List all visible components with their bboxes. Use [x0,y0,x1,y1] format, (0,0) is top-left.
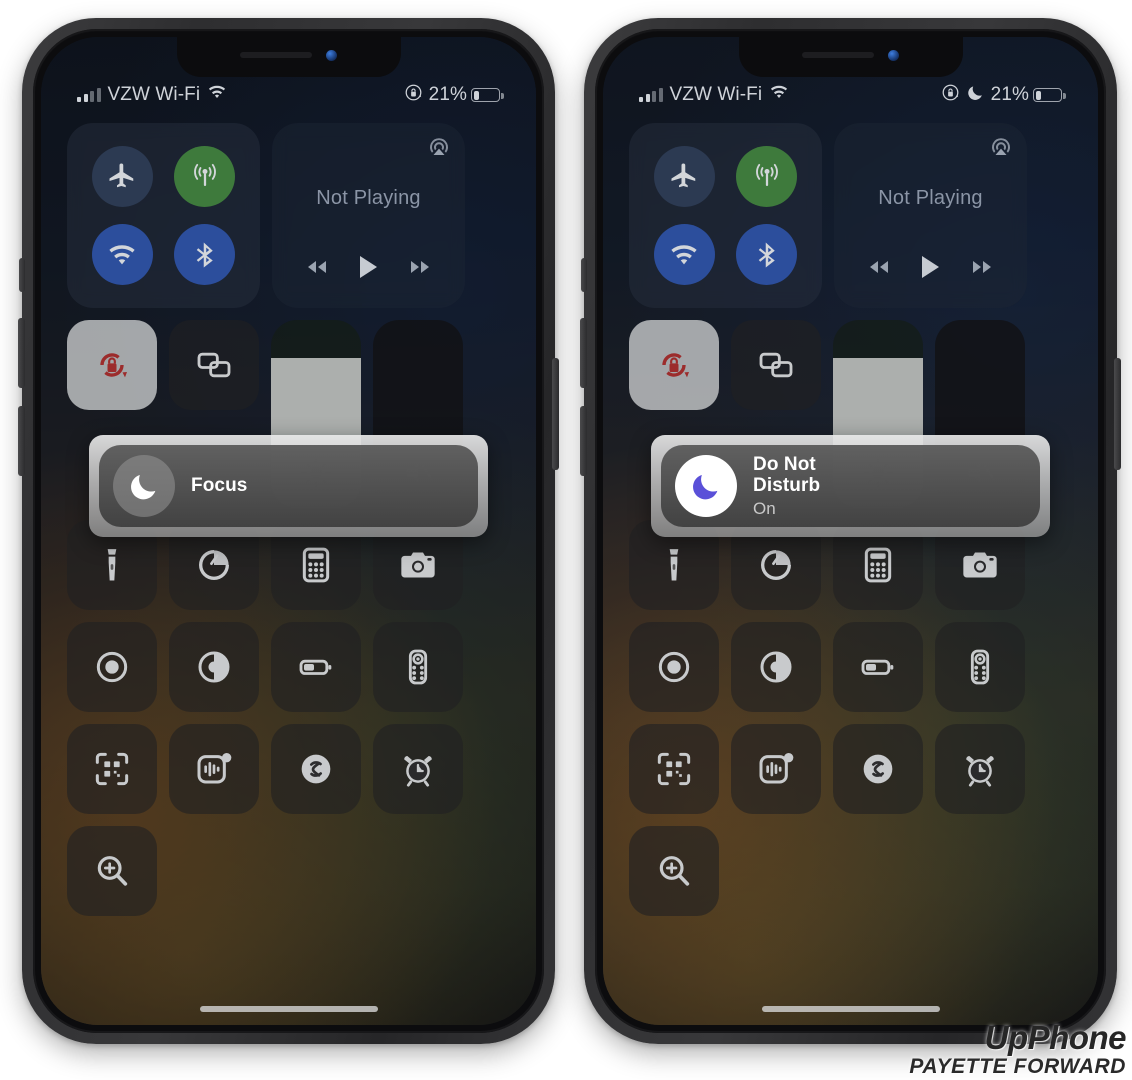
dark-mode-tile[interactable] [169,622,259,712]
focus-pill[interactable]: Focus [99,445,478,527]
wifi-icon [207,84,227,106]
control-center-right: Not Playing [603,123,1098,1025]
screen-record-tile[interactable] [67,622,157,712]
voice-memos-tile[interactable] [169,724,259,814]
now-playing-title: Not Playing [878,187,983,209]
wifi-icon [769,84,789,106]
wifi-toggle[interactable] [653,224,715,286]
focus-title-line1: Do Not [753,454,816,476]
rewind-button[interactable] [864,257,894,282]
screenshot-stage: VZW Wi-Fi 21% Not Playing Focus VZW Wi-F… [0,0,1132,1080]
connectivity-panel[interactable] [629,123,822,308]
power-button[interactable] [1114,358,1121,470]
focus-tile-left[interactable]: Focus [89,435,488,537]
do-not-disturb-moon-icon [966,83,985,108]
volume-up-button[interactable] [18,318,25,388]
front-camera-icon [326,49,337,61]
phone-screen-right: VZW Wi-Fi 21% Not Playing Do Not Disturb… [603,37,1098,1025]
focus-title: Focus [191,475,248,497]
earpiece-speaker-icon [802,52,874,58]
carrier-label: VZW Wi-Fi [107,84,201,105]
media-playback-panel[interactable]: Not Playing [834,123,1027,308]
media-playback-panel[interactable]: Not Playing [272,123,465,308]
mute-switch[interactable] [19,258,25,292]
rotation-lock-icon [404,83,423,108]
phone-bezel: VZW Wi-Fi 21% [33,29,544,1033]
focus-tile-right[interactable]: Do Not Disturb On [651,435,1050,537]
phone-bezel: VZW Wi-Fi 21% [595,29,1106,1033]
notch [738,37,963,77]
bluetooth-toggle[interactable] [174,224,236,286]
rotation-lock-tile[interactable] [629,320,719,410]
wifi-toggle[interactable] [91,224,153,286]
power-button[interactable] [552,358,559,470]
watermark: UpPhone PAYETTE FORWARD [909,1021,1126,1078]
status-bar-left: VZW Wi-Fi 21% [41,77,536,113]
watermark-brand: UpPhone [984,1018,1127,1056]
rotation-lock-icon [941,83,960,108]
bluetooth-toggle[interactable] [736,224,798,286]
signal-bars-icon [639,88,663,102]
carrier-label: VZW Wi-Fi [669,84,763,105]
magnifier-tile[interactable] [629,826,719,916]
home-indicator[interactable] [761,1006,940,1012]
fast-forward-button[interactable] [967,257,997,282]
airplane-mode-toggle[interactable] [653,145,715,207]
alarm-clock-tile[interactable] [373,724,463,814]
play-button[interactable] [355,253,381,286]
low-power-mode-tile[interactable] [833,622,923,712]
dark-mode-tile[interactable] [731,622,821,712]
qr-code-scanner-tile[interactable] [629,724,719,814]
home-indicator[interactable] [199,1006,378,1012]
magnifier-tile[interactable] [67,826,157,916]
now-playing-title: Not Playing [316,187,421,209]
rotation-lock-tile[interactable] [67,320,157,410]
signal-bars-icon [77,88,101,102]
play-button[interactable] [917,253,943,286]
qr-code-scanner-tile[interactable] [67,724,157,814]
transport-controls [272,253,465,286]
battery-icon [471,88,504,102]
airplane-mode-toggle[interactable] [91,145,153,207]
phone-screen-left: VZW Wi-Fi 21% Not Playing Focus [41,37,536,1025]
volume-up-button[interactable] [580,318,587,388]
focus-status-label: On [753,498,776,518]
screen-mirroring-tile[interactable] [169,320,259,410]
volume-down-button[interactable] [18,406,25,476]
screen-record-tile[interactable] [629,622,719,712]
rewind-button[interactable] [302,257,332,282]
phone-right: VZW Wi-Fi 21% Not Playing Do Not Disturb… [580,18,1121,1044]
fast-forward-button[interactable] [405,257,435,282]
connectivity-panel[interactable] [67,123,260,308]
mute-switch[interactable] [581,258,587,292]
battery-percent-label: 21% [990,84,1029,105]
cellular-data-toggle[interactable] [736,145,798,207]
notch [176,37,401,77]
control-center-left: Not Playing [41,123,536,1025]
status-bar-right: VZW Wi-Fi 21% [603,77,1098,113]
phone-left: VZW Wi-Fi 21% Not Playing Focus [18,18,559,1044]
watermark-publisher: PAYETTE FORWARD [909,1054,1126,1078]
crescent-moon-icon [675,455,737,517]
cellular-data-toggle[interactable] [174,145,236,207]
airplay-icon[interactable] [427,135,451,159]
volume-down-button[interactable] [580,406,587,476]
apple-tv-remote-tile[interactable] [373,622,463,712]
transport-controls [834,253,1027,286]
front-camera-icon [888,49,899,61]
battery-percent-label: 21% [428,84,467,105]
battery-icon [1033,88,1066,102]
do-not-disturb-pill[interactable]: Do Not Disturb On [661,445,1040,527]
earpiece-speaker-icon [240,52,312,58]
voice-memos-tile[interactable] [731,724,821,814]
low-power-mode-tile[interactable] [271,622,361,712]
alarm-clock-tile[interactable] [935,724,1025,814]
screen-mirroring-tile[interactable] [731,320,821,410]
shazam-tile[interactable] [833,724,923,814]
shazam-tile[interactable] [271,724,361,814]
airplay-icon[interactable] [989,135,1013,159]
apple-tv-remote-tile[interactable] [935,622,1025,712]
crescent-moon-icon [113,455,175,517]
focus-title-line2: Disturb [753,475,821,497]
